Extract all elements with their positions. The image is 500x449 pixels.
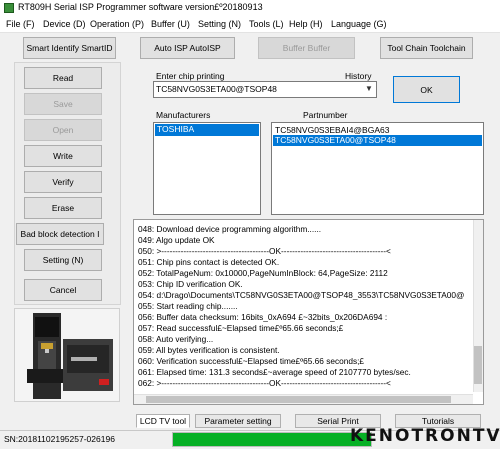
chevron-down-icon[interactable]: ▼ <box>365 84 373 93</box>
menu-setting[interactable]: Setting (N) <box>198 19 241 29</box>
log-line: 062: >----------------------------------… <box>138 378 391 388</box>
setting-button[interactable]: Setting (N) <box>24 249 102 271</box>
menu-bar: File (F) Device (D) Operation (P) Buffer… <box>0 16 500 33</box>
log-line: 058: Auto verifying... <box>138 334 214 344</box>
log-line: 052: TotalPageNum: 0x10000,PageNumInBloc… <box>138 268 388 278</box>
menu-file[interactable]: File (F) <box>6 19 35 29</box>
manufacturers-label: Manufacturers <box>156 110 211 120</box>
list-item[interactable]: TC58NVG0S3EBAI4@BGA63 <box>275 125 389 135</box>
menu-help[interactable]: Help (H) <box>289 19 323 29</box>
auto-isp-button[interactable]: Auto ISP AutoISP <box>140 37 235 59</box>
write-button[interactable]: Write <box>24 145 102 167</box>
tab-lcd-tv-tool[interactable]: LCD TV tool <box>136 414 190 428</box>
menu-tools[interactable]: Tools (L) <box>249 19 284 29</box>
watermark-logo: KENOTRONTV <box>350 426 500 446</box>
menu-device[interactable]: Device (D) <box>43 19 86 29</box>
log-line: 054: d:\Drago\Documents\TC58NVG0S3ETA00@… <box>138 290 465 300</box>
app-icon <box>4 3 14 13</box>
serial-number: SN:20181102195257-026196 <box>4 434 115 444</box>
smart-identify-button[interactable]: Smart Identify SmartID <box>23 37 116 59</box>
log-line: 051: Chip pins contact is detected OK. <box>138 257 280 267</box>
programmer-device-image <box>14 308 120 402</box>
log-line: 048: Download device programming algorit… <box>138 224 322 234</box>
history-label: History <box>345 71 372 81</box>
log-line: 059: All bytes verification is consisten… <box>138 345 280 355</box>
log-line: 061: Elapsed time: 131.3 seconds£~averag… <box>138 367 411 377</box>
buffer-button[interactable]: Buffer Buffer <box>258 37 355 59</box>
bad-block-button[interactable]: Bad block detection I <box>16 223 104 245</box>
ok-button[interactable]: OK <box>393 76 460 103</box>
progress-bar <box>172 432 372 447</box>
save-button[interactable]: Save <box>24 93 102 115</box>
programmer-board-icon <box>15 309 119 401</box>
chip-printing-value: TC58NVG0S3ETA00@TSOP48 <box>156 84 277 94</box>
log-line: 049: Algo update OK <box>138 235 215 245</box>
log-output: 048: Download device programming algorit… <box>133 219 484 405</box>
cancel-button[interactable]: Cancel <box>24 279 102 301</box>
log-line: 057: Read successful£~Elapsed time£º65.6… <box>138 323 344 333</box>
log-line: 053: Chip ID verification OK. <box>138 279 243 289</box>
menu-language[interactable]: Language (G) <box>331 19 387 29</box>
open-button[interactable]: Open <box>24 119 102 141</box>
erase-button[interactable]: Erase <box>24 197 102 219</box>
partnumber-label: Partnumber <box>303 110 348 120</box>
log-vertical-scroll-thumb[interactable] <box>474 346 482 384</box>
log-horizontal-scroll-thumb[interactable] <box>146 396 451 403</box>
progress-fill <box>173 433 371 446</box>
menu-operation[interactable]: Operation (P) <box>90 19 144 29</box>
log-line: 055: Start reading chip....... <box>138 301 238 311</box>
enter-chip-label: Enter chip printing <box>156 71 225 81</box>
list-item-selected[interactable]: TC58NVG0S3ETA00@TSOP48 <box>273 135 482 146</box>
window-title: RT809H Serial ISP Programmer software ve… <box>18 2 263 12</box>
verify-button[interactable]: Verify <box>24 171 102 193</box>
read-button[interactable]: Read <box>24 67 102 89</box>
menu-buffer[interactable]: Buffer (U) <box>151 19 190 29</box>
log-line: 056: Buffer data checksum: 16bits_0xA694… <box>138 312 388 322</box>
tool-chain-button[interactable]: Tool Chain Toolchain <box>380 37 473 59</box>
log-line: 060: Verification successful£~Elapsed ti… <box>138 356 365 366</box>
log-line: 050: >----------------------------------… <box>138 246 391 256</box>
tab-parameter-setting[interactable]: Parameter setting <box>195 414 281 428</box>
list-item[interactable]: TOSHIBA <box>155 124 259 136</box>
